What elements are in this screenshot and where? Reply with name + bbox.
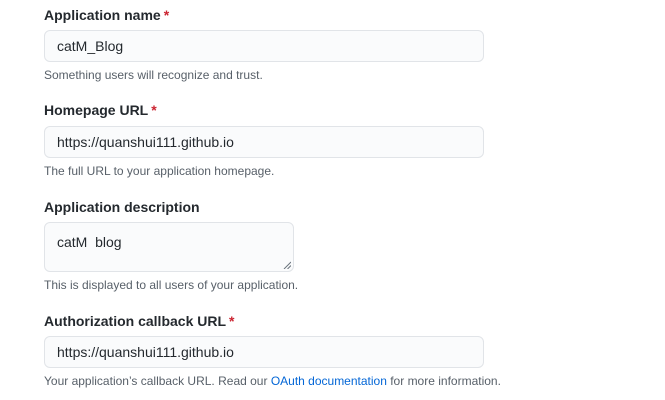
callback-url-value: https://quanshui111.github.io [57,344,234,360]
homepage-url-input[interactable]: https://quanshui111.github.io [44,126,484,158]
homepage-url-note: The full URL to your application homepag… [44,164,275,178]
required-marker: * [151,102,157,118]
description-value: catM blog [57,234,122,250]
app-name-label: Application name [44,7,161,23]
homepage-url-label: Homepage URL [44,102,149,118]
description-label: Application description [44,199,200,215]
callback-url-label: Authorization callback URL [44,313,227,329]
app-name-input[interactable]: catM_Blog [44,30,484,62]
callback-note-text-before: Your application’s callback URL. Read ou… [44,374,271,388]
callback-url-note: Your application’s callback URL. Read ou… [44,372,501,390]
oauth-documentation-link[interactable]: OAuth documentation [271,374,387,388]
callback-note-text-after: for more information. [386,374,501,388]
callback-url-label-row: Authorization callback URL * [44,311,234,331]
homepage-url-label-row: Homepage URL * [44,100,157,120]
description-note: This is displayed to all users of your a… [44,278,299,292]
app-name-label-row: Application name * [44,5,169,25]
required-marker: * [229,313,235,329]
description-label-row: Application description [44,197,200,217]
app-name-note: Something users will recognize and trust… [44,68,263,82]
description-textarea[interactable]: catM blog [44,222,294,272]
homepage-url-value: https://quanshui111.github.io [57,134,234,150]
resize-grip-icon[interactable] [283,261,291,269]
required-marker: * [163,7,170,23]
app-name-value: catM_Blog [57,38,124,54]
callback-url-input[interactable]: https://quanshui111.github.io [44,336,484,368]
